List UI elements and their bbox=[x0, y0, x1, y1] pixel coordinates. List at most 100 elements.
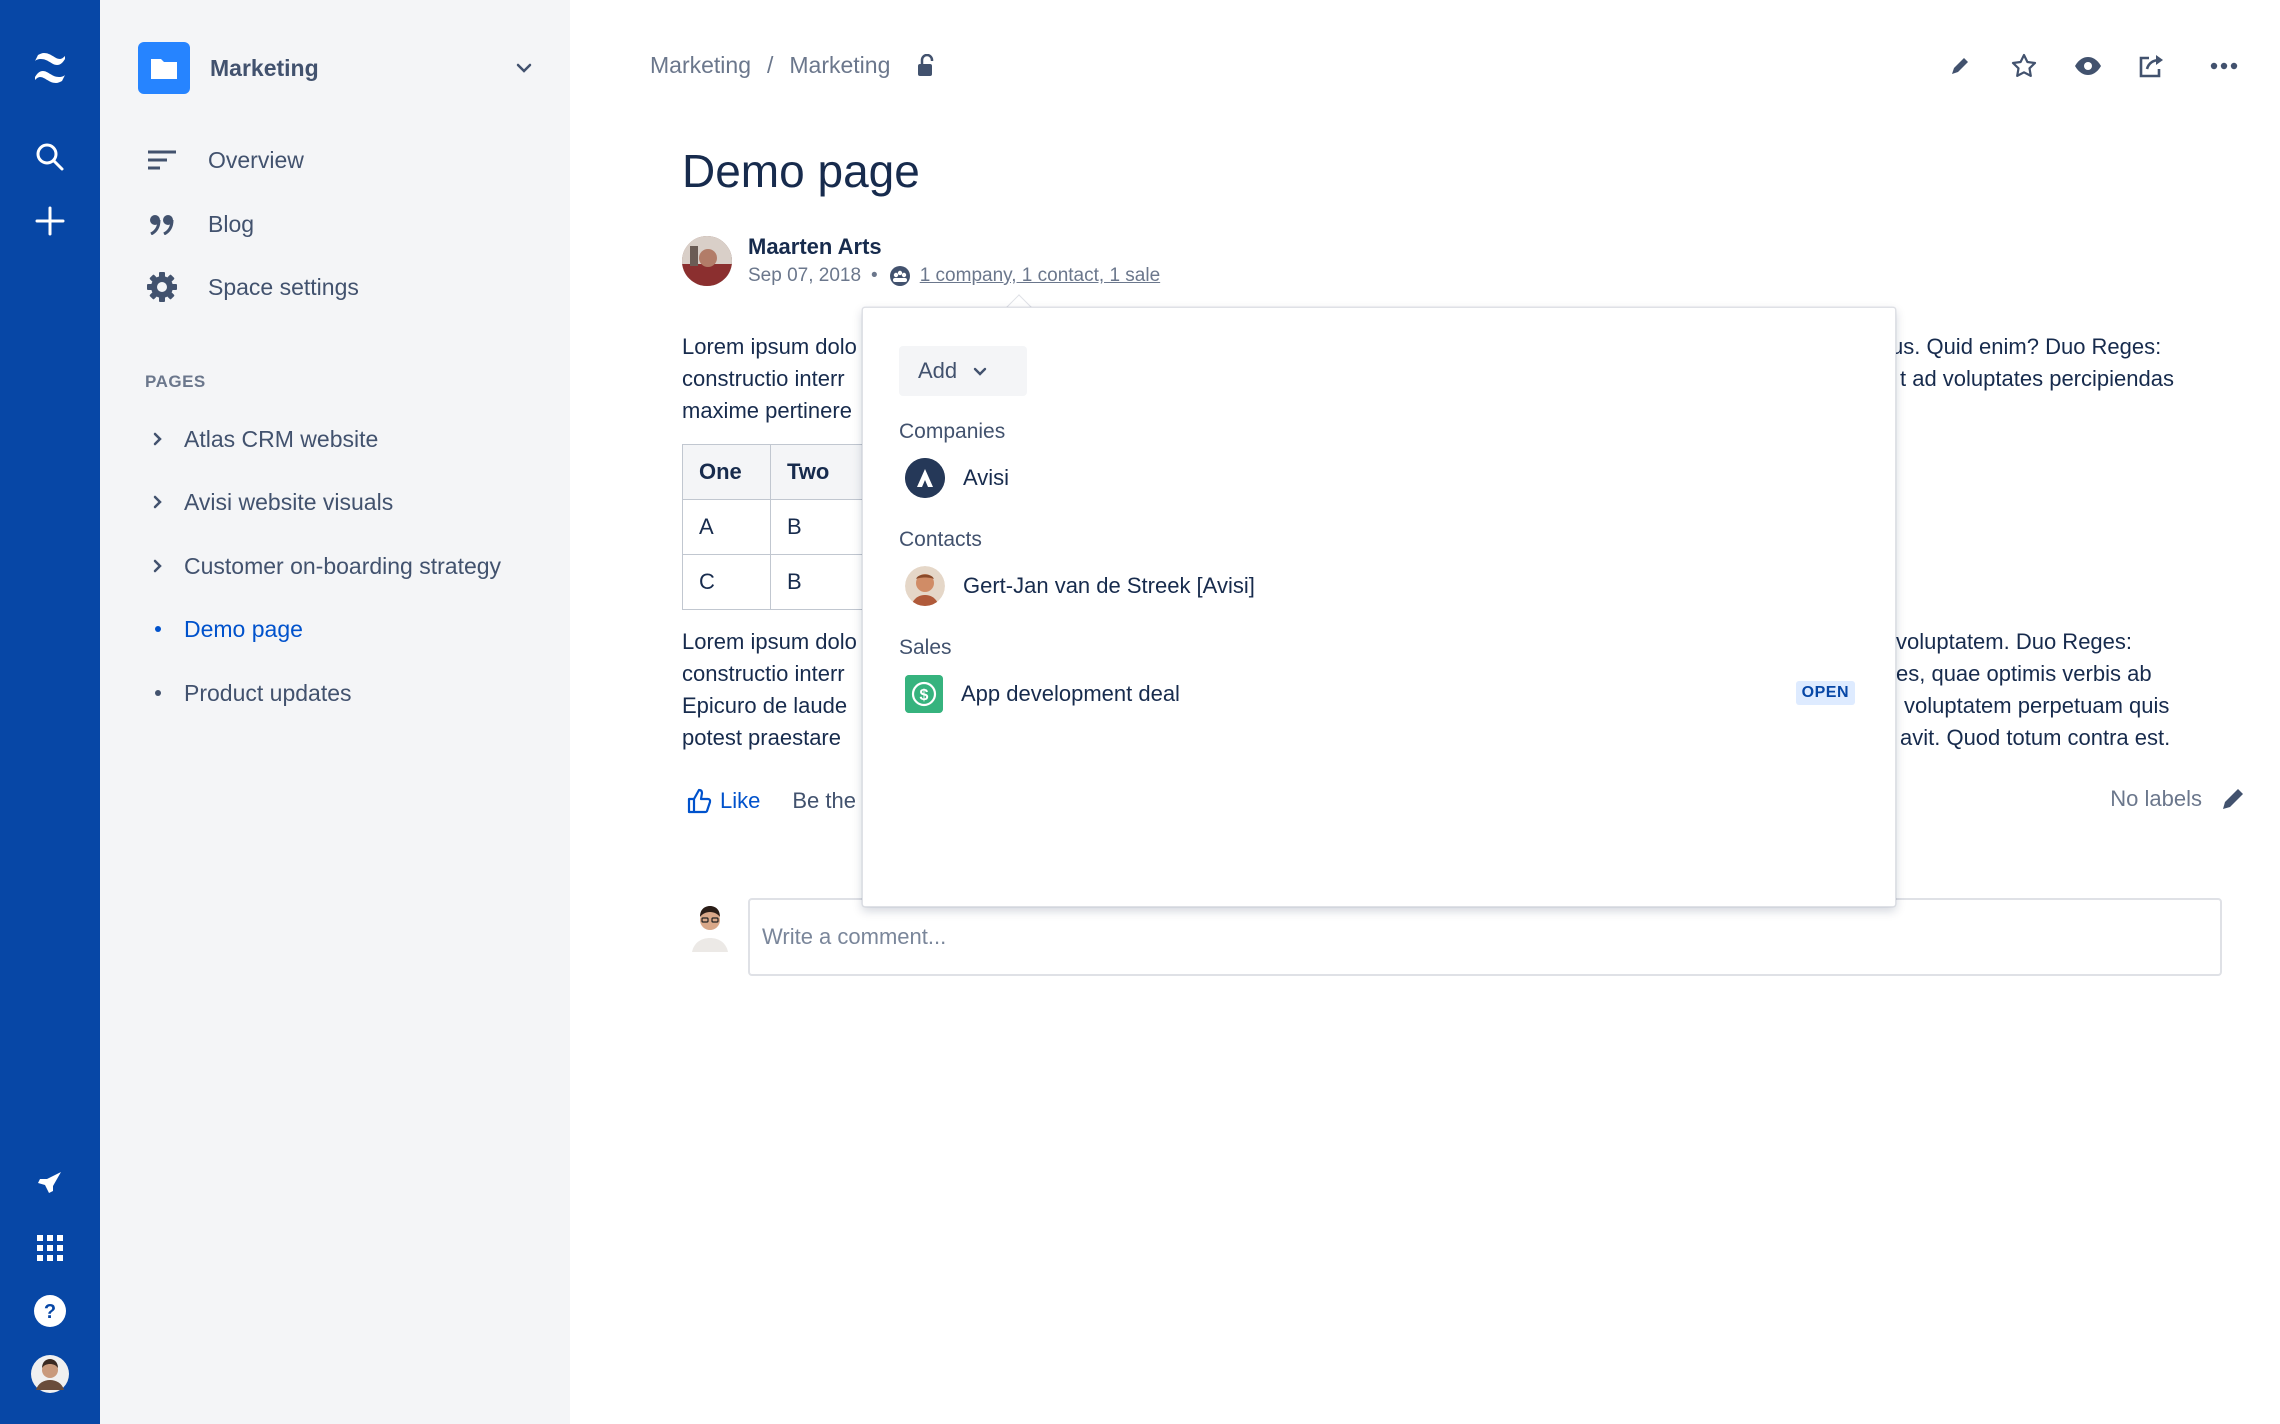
like-row: Like Be the bbox=[686, 788, 856, 814]
search-icon[interactable] bbox=[26, 133, 74, 181]
text-fragment: Lorem ipsum dolo bbox=[682, 334, 857, 359]
edit-labels-icon[interactable] bbox=[2220, 786, 2246, 812]
watch-icon[interactable] bbox=[2066, 44, 2110, 88]
sale-name: App development deal bbox=[961, 681, 1180, 706]
text-fragment: us. Quid enim? Duo Reges: bbox=[1891, 334, 2162, 359]
text-fragment: es, quae optimis verbis ab bbox=[1896, 661, 2152, 686]
table-header-row: One Two bbox=[682, 444, 871, 500]
table-header: Two bbox=[770, 444, 871, 500]
bullet-icon bbox=[146, 681, 170, 705]
page-date: Sep 07, 2018 bbox=[748, 265, 862, 286]
space-switcher[interactable]: Marketing bbox=[138, 40, 536, 96]
add-button[interactable]: Add bbox=[899, 346, 1027, 396]
page-tree-item-active[interactable]: Demo page bbox=[146, 605, 546, 653]
table-header: One bbox=[682, 444, 771, 500]
unlock-icon[interactable] bbox=[916, 53, 936, 78]
byline: Maarten Arts Sep 07, 2018 • 1 company, 1… bbox=[682, 234, 1382, 290]
add-label: Add bbox=[918, 358, 958, 383]
create-icon[interactable] bbox=[26, 197, 74, 245]
contacts-heading: Contacts bbox=[899, 528, 982, 551]
more-icon[interactable] bbox=[2202, 44, 2246, 88]
table-row: A B bbox=[682, 499, 871, 555]
sidebar-item-label: Blog bbox=[208, 210, 255, 237]
edit-icon[interactable] bbox=[1938, 44, 1982, 88]
crm-summary-link[interactable]: 1 company, 1 contact, 1 sale bbox=[920, 265, 1160, 287]
text-fragment: avit. Quod totum contra est. bbox=[1900, 725, 2171, 750]
contact-avatar bbox=[905, 566, 945, 606]
page-title: Demo page bbox=[682, 145, 920, 197]
confluence-logo-icon[interactable] bbox=[26, 44, 74, 92]
sales-heading: Sales bbox=[899, 636, 952, 659]
breadcrumb-separator: / bbox=[766, 52, 774, 78]
text-fragment: potest praestare bbox=[682, 725, 841, 750]
svg-text:?: ? bbox=[44, 1301, 56, 1323]
global-nav: ? bbox=[0, 0, 100, 1424]
contact-item[interactable]: Gert-Jan van de Streek [Avisi] bbox=[905, 566, 1865, 606]
pages-heading: PAGES bbox=[145, 372, 206, 391]
chevron-right-icon[interactable] bbox=[146, 427, 170, 451]
svg-text:$: $ bbox=[920, 687, 929, 704]
sale-item[interactable]: $ App development deal OPEN bbox=[905, 674, 1865, 714]
like-label: Like bbox=[720, 788, 761, 813]
text-fragment: constructio interr bbox=[682, 661, 845, 686]
star-icon[interactable] bbox=[2002, 44, 2046, 88]
thumbs-up-icon bbox=[687, 788, 712, 814]
contact-name: Gert-Jan van de Streek [Avisi] bbox=[963, 573, 1255, 598]
text-fragment: maxime pertinere bbox=[682, 398, 852, 423]
separator-dot: • bbox=[871, 265, 878, 286]
table-cell: B bbox=[770, 499, 871, 555]
folder-icon bbox=[138, 42, 190, 94]
author-avatar[interactable] bbox=[682, 236, 732, 286]
page-tree-label: Avisi website visuals bbox=[184, 488, 394, 515]
space-name: Marketing bbox=[210, 54, 319, 81]
company-logo bbox=[905, 458, 945, 498]
help-icon[interactable]: ? bbox=[26, 1287, 74, 1335]
gear-icon bbox=[144, 269, 180, 305]
app-switcher-icon[interactable] bbox=[26, 1224, 74, 1272]
share-icon[interactable] bbox=[2130, 44, 2174, 88]
table-row: C B bbox=[682, 554, 871, 610]
chevron-right-icon[interactable] bbox=[146, 554, 170, 578]
sidebar-item-blog[interactable]: Blog bbox=[144, 200, 534, 248]
breadcrumb-item[interactable]: Marketing bbox=[650, 52, 751, 79]
company-item[interactable]: Avisi bbox=[905, 458, 1865, 498]
page-tree-item[interactable]: Atlas CRM website bbox=[146, 415, 546, 463]
sidebar-item-overview[interactable]: Overview bbox=[144, 136, 534, 184]
profile-avatar[interactable] bbox=[26, 1350, 74, 1398]
company-name: Avisi bbox=[963, 465, 1010, 490]
sidebar-item-label: Space settings bbox=[208, 273, 359, 300]
chevron-down-icon bbox=[973, 367, 987, 376]
no-labels-text: No labels bbox=[2110, 786, 2202, 811]
page-tree-item[interactable]: Product updates bbox=[146, 669, 546, 717]
text-fragment: constructio interr bbox=[682, 366, 845, 391]
breadcrumb: Marketing / Marketing bbox=[650, 52, 936, 79]
comment-input[interactable] bbox=[748, 898, 2222, 976]
table-cell: C bbox=[682, 554, 771, 610]
text-fragment: voluptatem. Duo Reges: bbox=[1896, 629, 2133, 654]
page-tree-item[interactable]: Customer on-boarding strategy bbox=[146, 542, 546, 590]
page-tree-label: Atlas CRM website bbox=[184, 425, 379, 452]
crm-icon bbox=[888, 264, 912, 288]
table-cell: A bbox=[682, 499, 771, 555]
sidebar-item-space-settings[interactable]: Space settings bbox=[144, 263, 534, 311]
breadcrumb-item[interactable]: Marketing bbox=[789, 52, 890, 79]
overview-icon bbox=[144, 142, 180, 178]
feedback-icon[interactable] bbox=[26, 1160, 74, 1208]
commenter-avatar bbox=[688, 902, 732, 952]
text-fragment: t ad voluptates percipiendas bbox=[1900, 366, 2174, 391]
chevron-down-icon bbox=[512, 56, 536, 80]
chevron-right-icon[interactable] bbox=[146, 490, 170, 514]
like-button[interactable]: Like bbox=[686, 788, 760, 814]
page-tree-label: Customer on-boarding strategy bbox=[184, 552, 502, 579]
bullet-icon bbox=[146, 617, 170, 641]
table-cell: B bbox=[770, 554, 871, 610]
text-fragment: voluptatem perpetuam quis bbox=[1904, 693, 2170, 718]
text-fragment: Epicuro de laude bbox=[682, 693, 848, 718]
status-badge: OPEN bbox=[1795, 681, 1855, 705]
content-table: One Two A B C B bbox=[682, 444, 871, 610]
author-name[interactable]: Maarten Arts bbox=[748, 234, 882, 260]
page-tree-item[interactable]: Avisi website visuals bbox=[146, 478, 546, 526]
companies-heading: Companies bbox=[899, 420, 1006, 443]
page-tree-label: Demo page bbox=[184, 615, 303, 642]
like-message: Be the bbox=[792, 788, 856, 813]
